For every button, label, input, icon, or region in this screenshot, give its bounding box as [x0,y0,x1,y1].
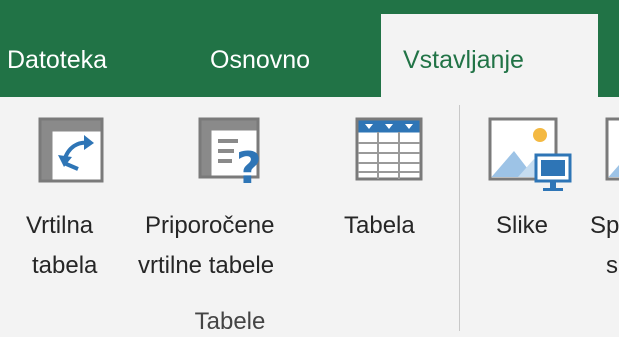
pivot-table-label-1: Vrtilna [26,212,94,239]
pictures-label: Slike [496,212,549,239]
recommended-pivot-label-2: vrtilne tabele [138,252,275,279]
recommended-pivot-icon: ? [198,117,262,187]
ribbon-tab-bar: Datoteka Osnovno Vstavljanje [0,0,619,98]
pivot-table-label-2: tabela [32,252,98,279]
table-icon [355,117,423,181]
table-label: Tabela [344,212,415,239]
group-separator [459,105,460,331]
ribbon-panel: Vrtilna tabela ? Priporočene vrtilne tab… [0,97,619,335]
pivot-table-icon [38,117,104,183]
tab-vstavljanje[interactable]: Vstavljanje [381,14,598,98]
tab-osnovno[interactable]: Osnovno [210,30,310,90]
svg-text:?: ? [236,143,262,187]
pictures-icon [488,117,572,191]
group-label-tabele: Tabele [194,308,266,335]
recommended-pivot-label-1: Priporočene [145,212,275,239]
tab-datoteka[interactable]: Datoteka [7,30,107,90]
tab-vstavljanje-label: Vstavljanje [403,46,524,74]
online-pictures-label-2: s [606,252,618,279]
online-pictures-label-1: Sp [590,212,619,239]
online-pictures-icon [605,117,619,181]
